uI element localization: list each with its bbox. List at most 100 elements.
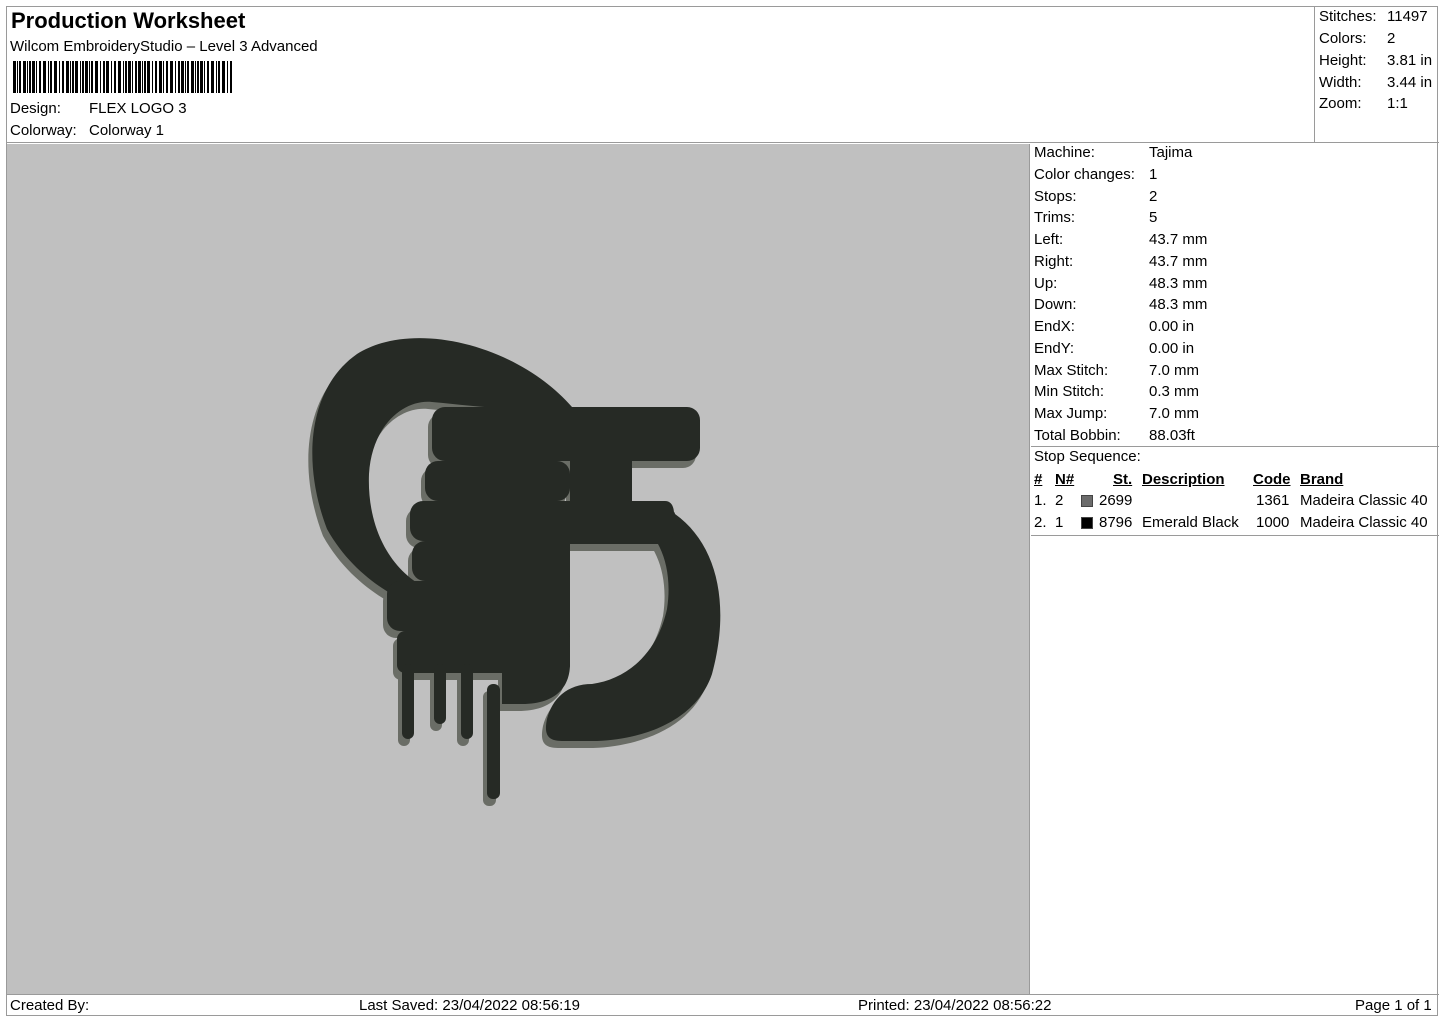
- detail-label: Min Stitch:: [1034, 383, 1105, 400]
- detail-row: Trims: 5: [1034, 209, 1157, 229]
- created-by: Created By:: [10, 997, 90, 1014]
- barcode-bar: [144, 61, 146, 93]
- barcode-bar: [195, 61, 196, 93]
- summary-label: Colors:: [1319, 30, 1367, 47]
- detail-label: Machine:: [1034, 144, 1095, 161]
- detail-row: Color changes: 1: [1034, 166, 1157, 186]
- divider: [1031, 446, 1439, 447]
- barcode-bar: [27, 61, 28, 93]
- barcode-bar: [207, 61, 209, 93]
- barcode-bar: [204, 61, 205, 93]
- design-row: Design: FLEX LOGO 3: [10, 100, 187, 117]
- barcode-bar: [85, 61, 88, 93]
- barcode-bar: [43, 61, 46, 93]
- divider: [1031, 535, 1439, 536]
- summary-row: Colors: 2: [1319, 30, 1395, 47]
- detail-row: Max Stitch: 7.0 mm: [1034, 362, 1199, 382]
- barcode-bar: [178, 61, 180, 93]
- detail-label: EndY:: [1034, 340, 1075, 357]
- summary-value: 3.44 in: [1387, 74, 1433, 91]
- barcode-bar: [111, 61, 112, 93]
- thread-code: 1361: [1256, 492, 1290, 509]
- barcode-bar: [82, 61, 84, 93]
- detail-value: 7.0 mm: [1149, 405, 1200, 422]
- stop-table-header: # N# St. Description Code Brand: [1034, 471, 1438, 491]
- summary-value: 1:1: [1387, 95, 1408, 112]
- detail-label: Color changes:: [1034, 166, 1135, 183]
- barcode-bar: [123, 61, 124, 93]
- worksheet-footer: Created By: Last Saved: 23/04/2022 08:56…: [7, 994, 1439, 1017]
- barcode-bar: [54, 61, 57, 93]
- stop-row: 2. 1 8796 Emerald Black 1000 Madeira Cla…: [1034, 514, 1438, 534]
- summary-row: Zoom: 1:1: [1319, 95, 1408, 112]
- barcode-bar: [222, 61, 225, 93]
- barcode-bar: [32, 61, 35, 93]
- production-worksheet: Production Worksheet Wilcom EmbroiderySt…: [6, 6, 1439, 1017]
- worksheet-header: Production Worksheet Wilcom EmbroiderySt…: [7, 7, 1315, 143]
- detail-row: EndY: 0.00 in: [1034, 340, 1194, 360]
- barcode-bar: [13, 61, 16, 93]
- thread-brand: Madeira Classic 40: [1300, 492, 1428, 509]
- barcode-bar: [170, 61, 173, 93]
- summary-value: 11497: [1387, 8, 1428, 25]
- barcode-bar: [48, 61, 49, 93]
- detail-label: Left:: [1034, 231, 1064, 248]
- machine-details-panel: Machine: Tajima Color changes: 1 Stops: 2 T…: [1031, 144, 1439, 994]
- detail-value: 2: [1149, 188, 1158, 205]
- summary-value: 3.81 in: [1387, 52, 1433, 69]
- detail-row: Total Bobbin: 88.03ft: [1034, 427, 1195, 447]
- detail-row: Machine: Tajima: [1034, 144, 1192, 164]
- detail-label: Max Stitch:: [1034, 362, 1109, 379]
- barcode-bar: [17, 61, 18, 93]
- barcode-bar: [91, 61, 93, 93]
- needle-number: 2: [1055, 492, 1064, 509]
- detail-value: 0.00 in: [1149, 318, 1195, 335]
- detail-row: Up: 48.3 mm: [1034, 275, 1207, 295]
- barcode-bar: [142, 61, 143, 93]
- design-label: Design:: [10, 100, 61, 117]
- detail-value: 43.7 mm: [1149, 231, 1208, 248]
- detail-value: 0.3 mm: [1149, 383, 1200, 400]
- colorway-row: Colorway: Colorway 1: [10, 122, 164, 139]
- detail-row: Left: 43.7 mm: [1034, 231, 1207, 251]
- detail-value: 0.00 in: [1149, 340, 1195, 357]
- detail-label: Stops:: [1034, 188, 1077, 205]
- software-name: Wilcom EmbroideryStudio – Level 3 Advanc…: [10, 38, 318, 55]
- barcode-bar: [230, 61, 232, 93]
- page-number: Page 1 of 1: [1355, 997, 1432, 1014]
- summary-row: Height: 3.81 in: [1319, 52, 1432, 69]
- detail-value: 5: [1149, 209, 1158, 226]
- color-swatch: [1081, 517, 1093, 529]
- barcode-bar: [135, 61, 137, 93]
- barcode-bar: [103, 61, 105, 93]
- barcode-bar: [100, 61, 101, 93]
- col-code: Code: [1253, 471, 1291, 488]
- detail-row: Min Stitch: 0.3 mm: [1034, 383, 1199, 403]
- barcode-bar: [59, 61, 60, 93]
- detail-label: EndX:: [1034, 318, 1075, 335]
- barcode-bar: [128, 61, 131, 93]
- barcode-bar: [138, 61, 141, 93]
- detail-label: Down:: [1034, 296, 1077, 313]
- col-description: Description: [1142, 471, 1225, 488]
- barcode-bar: [200, 61, 203, 93]
- barcode-bar: [80, 61, 81, 93]
- barcode-bar: [163, 61, 164, 93]
- design-preview: [7, 144, 1030, 994]
- barcode-bar: [191, 61, 194, 93]
- embroidery-logo: [308, 338, 721, 806]
- detail-row: Right: 43.7 mm: [1034, 253, 1207, 273]
- thread-code: 1000: [1256, 514, 1290, 531]
- barcode-bar: [132, 61, 133, 93]
- thread-brand: Madeira Classic 40: [1300, 514, 1428, 531]
- summary-value: 2: [1387, 30, 1396, 47]
- barcode-bar: [211, 61, 214, 93]
- barcode-bar: [216, 61, 217, 93]
- stop-row: 1. 2 2699 1361 Madeira Classic 40: [1034, 492, 1438, 512]
- barcode-bar: [75, 61, 78, 93]
- detail-label: Trims:: [1034, 209, 1076, 226]
- barcode: [13, 61, 232, 93]
- detail-value: 88.03ft: [1149, 427, 1195, 444]
- barcode-bar: [185, 61, 186, 93]
- barcode-bar: [19, 61, 21, 93]
